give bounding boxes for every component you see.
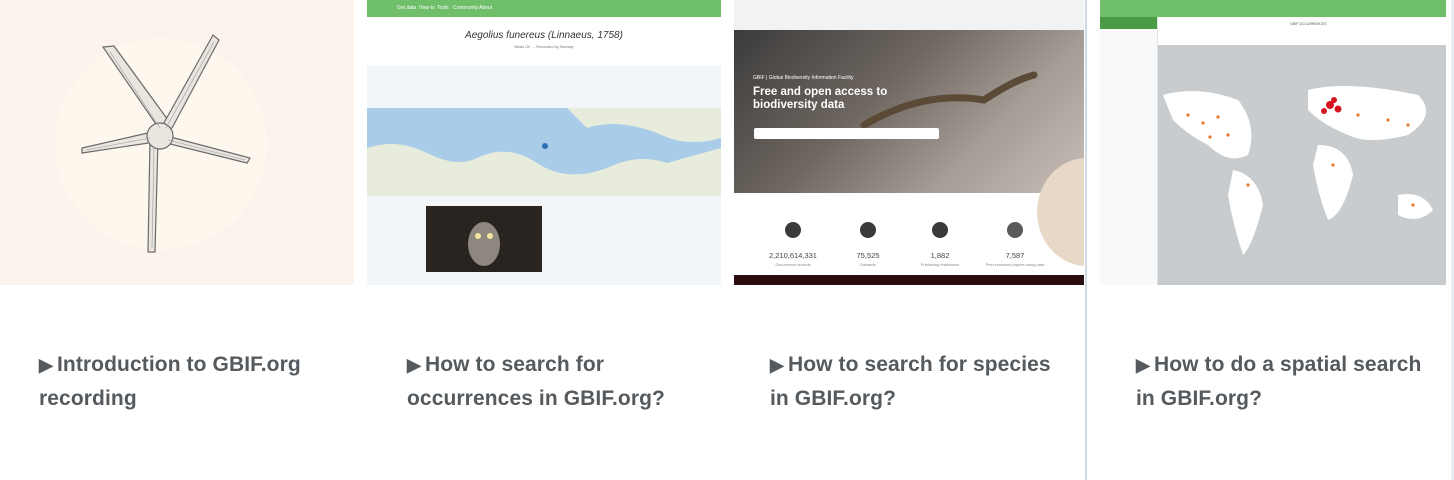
nav-item: Community — [453, 5, 479, 11]
play-icon: ▶ — [1136, 355, 1150, 375]
video-title-4[interactable]: ▶ How to do a spatial search in GBIF.org? — [1136, 348, 1436, 416]
video-thumbnail-species[interactable]: GBIF | Global Biodiversity Information F… — [734, 0, 1084, 285]
hero-title: Free and open access to biodiversity dat… — [753, 86, 888, 111]
stat-value: 7,587 — [1005, 251, 1025, 260]
record-details-band — [367, 66, 721, 108]
video-title-3[interactable]: ▶ How to search for species in GBIF.org? — [770, 348, 1070, 416]
browser-chrome — [734, 0, 1084, 31]
institutions-icon — [932, 222, 948, 238]
video-thumbnail-starfish[interactable] — [0, 0, 354, 285]
taskbar — [734, 275, 1084, 285]
video-card-3[interactable]: GBIF | Global Biodiversity Information F… — [734, 0, 1084, 480]
stat-value: 1,882 — [930, 251, 950, 260]
filter-sidebar-header — [1100, 17, 1157, 29]
world-map — [1158, 45, 1446, 285]
stat-value: 75,525 — [856, 251, 880, 260]
video-title-text: Introduction to GBIF.org recording — [39, 353, 301, 410]
map-pin-icon — [542, 143, 548, 149]
occurrences-icon — [785, 222, 801, 238]
page-header: GBIF OCCURRENCES — [1290, 22, 1327, 26]
nav-item: How-to — [419, 5, 435, 11]
column-divider — [1085, 0, 1087, 480]
stat-label: Peer-reviewed papers using data — [985, 262, 1045, 267]
video-card-1[interactable]: ▶ Introduction to GBIF.org recording — [0, 0, 354, 480]
search-input[interactable] — [754, 128, 939, 139]
play-icon: ▶ — [770, 355, 784, 375]
species-subline: Basis Of: ... Recorded by Norway — [514, 44, 574, 49]
papers-icon — [1007, 222, 1023, 238]
video-title-text: How to do a spatial search in GBIF.org? — [1136, 353, 1422, 410]
video-title-2[interactable]: ▶ How to search for occurrences in GBIF.o… — [407, 348, 707, 416]
video-title-1[interactable]: ▶ Introduction to GBIF.org recording — [39, 348, 339, 416]
map-land-shapes — [367, 108, 721, 196]
starfish-illustration — [81, 34, 251, 253]
hero-subtitle: GBIF | Global Biodiversity Information F… — [753, 75, 854, 81]
play-icon: ▶ — [39, 355, 53, 375]
video-thumbnail-occurrences[interactable]: Get data How-to Tools Community About Ae… — [367, 0, 721, 285]
media-section — [367, 196, 721, 285]
video-card-4[interactable]: GBIF OCCURRENCES ▶ How to do a spatial s… — [1100, 0, 1451, 480]
stat-label: Occurrence records — [775, 262, 811, 267]
stat-value: 2,210,614,331 — [769, 251, 817, 260]
video-thumbnail-spatial[interactable]: GBIF OCCURRENCES — [1100, 0, 1446, 285]
species-title: Aegolius funereus (Linnaeus, 1758) — [465, 30, 623, 41]
filter-sidebar — [1100, 17, 1158, 285]
video-title-text: How to search for occurrences in GBIF.or… — [407, 353, 665, 410]
datasets-icon — [860, 222, 876, 238]
stat-label: Datasets — [860, 262, 876, 267]
stat-icons — [785, 222, 1023, 238]
video-card-2[interactable]: Get data How-to Tools Community About Ae… — [367, 0, 721, 480]
play-icon: ▶ — [407, 355, 421, 375]
stat-label: Publishing institutions — [920, 262, 960, 267]
nav-item: Tools — [437, 5, 449, 11]
occurrence-map — [367, 108, 721, 196]
gbif-nav-bar — [1100, 0, 1446, 17]
nav-item: Get data — [397, 5, 417, 11]
owl-photo — [426, 206, 542, 272]
video-title-text: How to search for species in GBIF.org? — [770, 353, 1051, 410]
nav-item: About — [479, 5, 493, 11]
